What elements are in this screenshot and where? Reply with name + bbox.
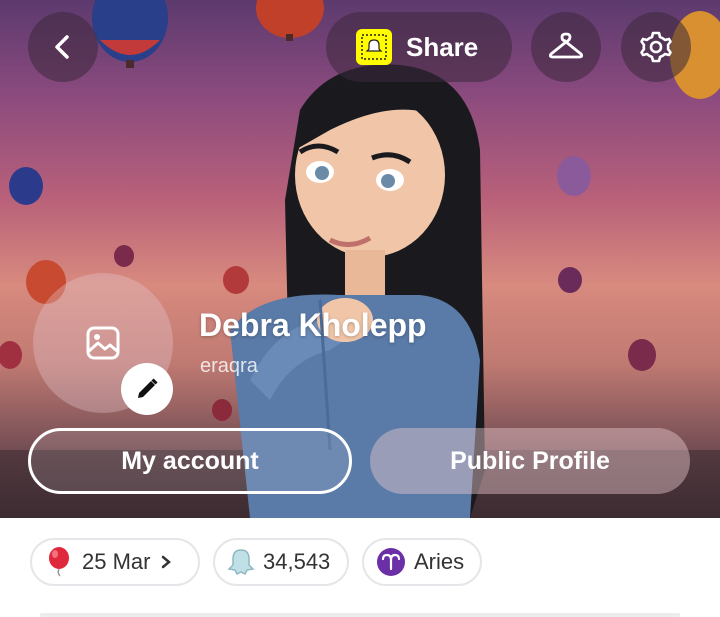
pencil-icon [138,378,158,398]
my-account-button[interactable]: My account [28,428,352,494]
snapcode-icon [356,29,392,65]
gear-icon [640,31,672,63]
display-name: Debra Kholepp [199,307,427,343]
share-button[interactable]: Share [326,12,512,82]
aries-icon [376,547,406,577]
chevron-right-icon [160,555,172,569]
birthday-label: 25 Mar [82,549,151,574]
public-profile-label: Public Profile [450,446,610,475]
edit-photo-button[interactable] [121,363,173,415]
snap-score-chip[interactable]: 34,543 [213,538,349,586]
chevron-left-icon [55,35,69,59]
back-button[interactable] [28,12,98,82]
zodiac-chip[interactable]: Aries [362,538,482,586]
my-account-label: My account [121,446,259,475]
username: eraqra [200,355,258,377]
public-profile-button[interactable]: Public Profile [370,428,690,494]
snap-score-label: 34,543 [263,549,331,574]
hanger-icon [548,32,584,59]
zodiac-label: Aries [414,549,465,574]
ghost-icon [227,547,255,577]
profile-header-background: Share Debra Kholepp eraqra My account Pu… [0,0,720,518]
birthday-chip[interactable]: 25 Mar [30,538,200,586]
share-label: Share [406,31,479,62]
image-icon [86,326,120,360]
settings-button[interactable] [621,12,691,82]
outfit-button[interactable] [531,12,601,82]
section-divider [40,613,680,617]
balloon-icon [46,547,72,577]
